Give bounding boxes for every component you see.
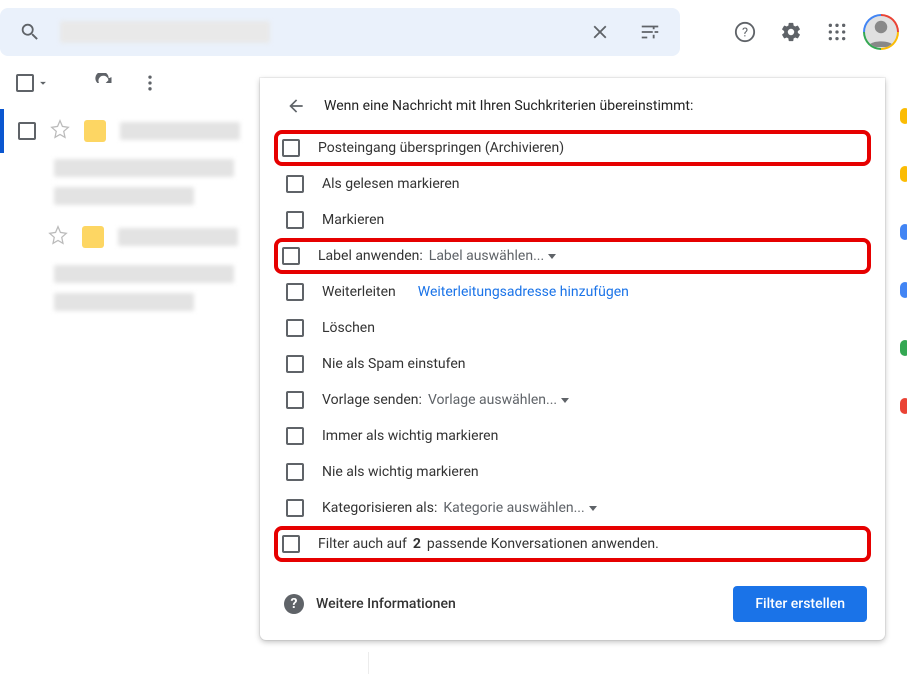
search-input[interactable] [60, 17, 570, 47]
avatar[interactable] [863, 14, 899, 50]
addon-icon[interactable] [900, 224, 907, 240]
apps-icon[interactable] [817, 12, 857, 52]
filter-option-categorize[interactable]: Kategorisieren als: Kategorie auswählen.… [278, 490, 867, 526]
back-arrow-icon[interactable] [282, 92, 310, 120]
checkbox[interactable] [286, 499, 304, 517]
filter-panel: Wenn eine Nachricht mit Ihren Suchkriter… [260, 78, 885, 640]
search-tune-icon[interactable] [630, 12, 670, 52]
row-checkbox[interactable] [18, 122, 36, 140]
label-select[interactable]: Label auswählen... [429, 248, 556, 264]
star-icon[interactable] [50, 119, 70, 143]
label-chip [84, 120, 106, 142]
filter-option-never-important[interactable]: Nie als wichtig markieren [278, 454, 867, 490]
search-clear-icon[interactable] [580, 12, 620, 52]
addon-icon[interactable] [900, 166, 907, 182]
filter-label: Filter auch auf [318, 536, 407, 552]
filter-label: Immer als wichtig markieren [322, 428, 498, 444]
addon-icon[interactable] [900, 398, 907, 414]
learn-more-link[interactable]: ? Weitere Informationen [284, 594, 456, 614]
checkbox[interactable] [286, 319, 304, 337]
template-select[interactable]: Vorlage auswählen... [428, 392, 569, 408]
filter-panel-title: Wenn eine Nachricht mit Ihren Suchkriter… [324, 98, 693, 114]
checkbox[interactable] [286, 463, 304, 481]
filter-option-send-template[interactable]: Vorlage senden: Vorlage auswählen... [278, 382, 867, 418]
more-icon[interactable] [130, 63, 170, 103]
info-icon: ? [284, 594, 304, 614]
divider [368, 652, 369, 674]
filter-option-apply-to-matching[interactable]: Filter auch auf 2 passende Konversatione… [274, 526, 871, 562]
checkbox[interactable] [286, 283, 304, 301]
chevron-down-icon [561, 398, 569, 403]
filter-option-archive[interactable]: Posteingang überspringen (Archivieren) [274, 130, 871, 166]
addon-icon[interactable] [900, 340, 907, 356]
svg-text:?: ? [742, 26, 748, 41]
label-chip [82, 226, 104, 248]
checkbox[interactable] [286, 427, 304, 445]
filter-label: passende Konversationen anwenden. [427, 536, 659, 552]
filter-label: Kategorisieren als: [322, 500, 437, 516]
checkbox[interactable] [286, 391, 304, 409]
category-select[interactable]: Kategorie auswählen... [443, 500, 596, 516]
filter-label: Nie als wichtig markieren [322, 464, 479, 480]
filter-label: Markieren [322, 212, 384, 228]
side-panel-apps [900, 108, 907, 414]
addon-icon[interactable] [900, 282, 907, 298]
add-forwarding-link[interactable]: Weiterleitungsadresse hinzufügen [418, 284, 629, 300]
filter-option-delete[interactable]: Löschen [278, 310, 867, 346]
top-search-row: ? [0, 8, 907, 56]
filter-option-never-spam[interactable]: Nie als Spam einstufen [278, 346, 867, 382]
filter-label: Vorlage senden: [322, 392, 422, 408]
help-icon[interactable]: ? [725, 12, 765, 52]
chevron-down-icon [36, 76, 50, 90]
star-icon[interactable] [48, 225, 68, 249]
checkbox[interactable] [286, 355, 304, 373]
filter-option-forward[interactable]: Weiterleiten Weiterleitungsadresse hinzu… [278, 274, 867, 310]
filter-label: Label anwenden: [318, 248, 423, 264]
filter-option-apply-label[interactable]: Label anwenden: Label auswählen... [274, 238, 871, 274]
select-all-checkbox[interactable] [12, 70, 54, 96]
search-icon[interactable] [10, 12, 50, 52]
chevron-down-icon [548, 254, 556, 259]
checkbox[interactable] [286, 211, 304, 229]
filter-option-always-important[interactable]: Immer als wichtig markieren [278, 418, 867, 454]
filter-label: Als gelesen markieren [322, 176, 460, 192]
filter-label: Löschen [322, 320, 375, 336]
search-bar [0, 8, 680, 56]
addon-icon[interactable] [900, 108, 907, 124]
refresh-icon[interactable] [84, 63, 124, 103]
checkbox[interactable] [282, 535, 300, 553]
match-count: 2 [413, 536, 421, 552]
checkbox[interactable] [286, 175, 304, 193]
gear-icon[interactable] [771, 12, 811, 52]
create-filter-button[interactable]: Filter erstellen [733, 586, 867, 622]
checkbox[interactable] [282, 139, 300, 157]
filter-label: Weiterleiten [322, 284, 396, 300]
filter-option-mark-read[interactable]: Als gelesen markieren [278, 166, 867, 202]
filter-option-star[interactable]: Markieren [278, 202, 867, 238]
checkbox[interactable] [282, 247, 300, 265]
filter-label: Posteingang überspringen (Archivieren) [318, 140, 564, 156]
chevron-down-icon [589, 506, 597, 511]
filter-label: Nie als Spam einstufen [322, 356, 466, 372]
